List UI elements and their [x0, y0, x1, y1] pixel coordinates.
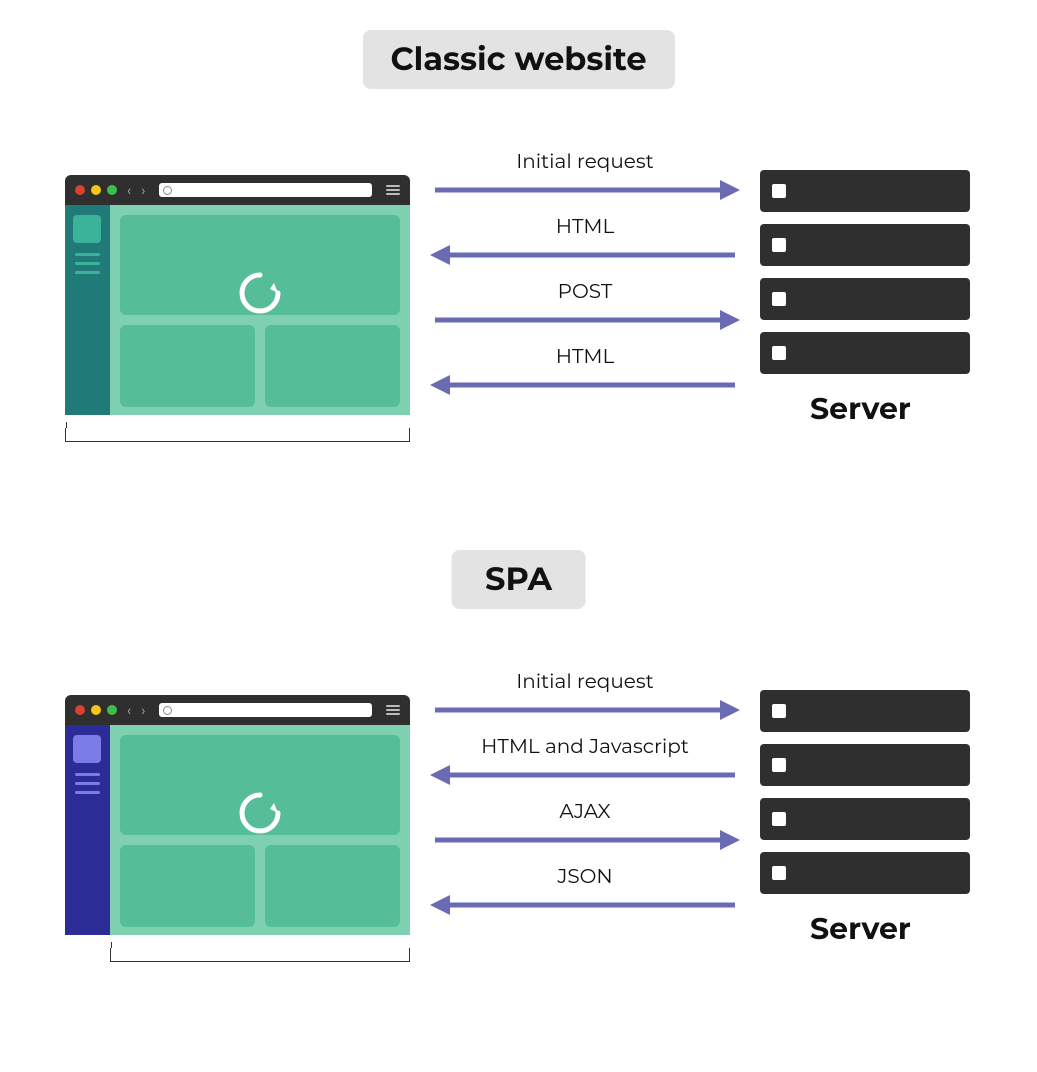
server-unit-icon: [760, 170, 970, 212]
server-unit-icon: [760, 224, 970, 266]
sidebar-nav-line: [75, 271, 100, 274]
classic-server-label: Server: [810, 390, 911, 427]
content-card: [120, 845, 255, 927]
arrow-html-response: HTML: [430, 215, 740, 267]
spa-server-stack: [760, 690, 970, 906]
forward-icon: ›: [141, 181, 145, 199]
arrow-initial-request: Initial request: [430, 150, 740, 202]
sidebar-nav-line: [75, 791, 100, 794]
traffic-light-red-icon: [75, 185, 85, 195]
arrow-spa-json-response: JSON: [430, 865, 740, 917]
traffic-light-green-icon: [107, 185, 117, 195]
hamburger-icon: [386, 185, 400, 195]
spa-browser-mock: ‹ ›: [65, 695, 410, 935]
page-sidebar: [65, 205, 110, 415]
traffic-light-yellow-icon: [91, 705, 101, 715]
arrow-html-response-2: HTML: [430, 345, 740, 397]
arrow-spa-ajax-request: AJAX: [430, 800, 740, 852]
sidebar-nav-line: [75, 782, 100, 785]
server-unit-icon: [760, 332, 970, 374]
partial-reload-bracket: [110, 948, 410, 962]
traffic-light-yellow-icon: [91, 185, 101, 195]
content-card: [265, 325, 400, 407]
server-unit-icon: [760, 852, 970, 894]
page-content: [110, 725, 410, 935]
address-bar: [159, 183, 372, 197]
server-unit-icon: [760, 690, 970, 732]
traffic-light-red-icon: [75, 705, 85, 715]
spa-server-label: Server: [810, 910, 911, 947]
browser-chrome: ‹ ›: [65, 695, 410, 725]
arrow-spa-html-js-response: HTML and Javascript: [430, 735, 740, 787]
classic-title-badge: Classic website: [362, 30, 674, 89]
server-unit-icon: [760, 798, 970, 840]
back-icon: ‹: [127, 181, 131, 199]
sidebar-avatar-block: [73, 215, 101, 243]
sidebar-nav-line: [75, 773, 100, 776]
content-card: [120, 325, 255, 407]
sidebar-avatar-block: [73, 735, 101, 763]
classic-browser-mock: ‹ ›: [65, 175, 410, 415]
reload-icon: [234, 267, 286, 319]
spa-title-badge: SPA: [451, 550, 586, 609]
full-reload-bracket: [65, 428, 410, 442]
sidebar-nav-line: [75, 262, 100, 265]
arrow-spa-initial-request: Initial request: [430, 670, 740, 722]
arrow-post-request: POST: [430, 280, 740, 332]
classic-server-stack: [760, 170, 970, 386]
page-sidebar: [65, 725, 110, 935]
forward-icon: ›: [141, 701, 145, 719]
page-content: [110, 205, 410, 415]
traffic-light-green-icon: [107, 705, 117, 715]
hamburger-icon: [386, 705, 400, 715]
server-unit-icon: [760, 744, 970, 786]
sidebar-nav-line: [75, 253, 100, 256]
server-unit-icon: [760, 278, 970, 320]
browser-chrome: ‹ ›: [65, 175, 410, 205]
address-bar: [159, 703, 372, 717]
back-icon: ‹: [127, 701, 131, 719]
content-card: [265, 845, 400, 927]
reload-icon: [234, 787, 286, 839]
